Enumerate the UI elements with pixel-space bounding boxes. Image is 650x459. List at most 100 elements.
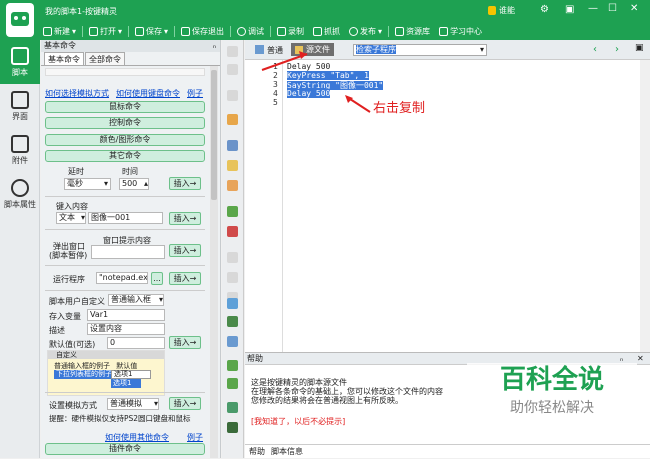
arrow-down-icon[interactable] <box>227 64 238 75</box>
undo-icon[interactable] <box>227 252 238 263</box>
delay-value-input[interactable]: 500 ▴ <box>119 178 149 190</box>
learn-button[interactable]: 学习中心 <box>436 26 485 37</box>
redo-icon[interactable] <box>227 272 238 283</box>
keyboard-value-input[interactable]: 图像一001 <box>88 212 163 224</box>
insert-sim-button[interactable]: 插入→ <box>169 397 201 410</box>
file-icon <box>11 134 29 153</box>
group-control-commands[interactable]: 控制命令 <box>45 117 205 129</box>
delay-label: 延时 <box>68 167 84 176</box>
sim-mode-select[interactable]: 普通模拟 ▾ <box>107 398 159 410</box>
help-pin-icon[interactable]: ₙ <box>620 354 623 363</box>
save-exit-icon <box>181 26 191 36</box>
grid-icon <box>11 90 29 109</box>
expand-icon[interactable]: ▣ <box>635 43 644 53</box>
sim-note: 提醒：硬件模拟仅支持PS2圆口键盘和鼠标 <box>49 414 191 423</box>
home-icon <box>395 26 405 36</box>
record-button[interactable]: 录制 <box>274 26 307 37</box>
time-label: 时间 <box>122 167 138 176</box>
tab-help[interactable]: 帮助 <box>249 445 265 459</box>
goto-icon[interactable] <box>227 298 238 309</box>
default-input[interactable]: 0 <box>107 337 165 349</box>
userdef-preview: 自定义 普通输入框的例子 默认值 下拉列表框的例子 选项1 选项1 <box>47 350 165 396</box>
save-button[interactable]: 保存 ▾ <box>132 26 171 37</box>
link-example-2[interactable]: 例子 <box>187 432 203 443</box>
binoculars-icon[interactable] <box>227 316 238 327</box>
left-nav: 脚本 界面 附件 脚本属性 <box>0 40 40 458</box>
userdef-type-select[interactable]: 普通输入框 ▾ <box>108 294 164 306</box>
command-panel: 基本命令 ₙ 基本命令 全部命令 如何选择模拟方式 如何使用键盘命令 例子 鼠标命… <box>41 40 221 458</box>
skin-icon[interactable]: ▣ <box>565 4 574 15</box>
group-color-commands[interactable]: 颜色/图形命令 <box>45 134 205 146</box>
settings-icon[interactable]: ⚙ <box>540 4 549 15</box>
find-replace-icon[interactable] <box>227 336 238 347</box>
link-keyboard-commands[interactable]: 如何使用键盘命令 <box>116 88 180 99</box>
insert-run-button[interactable]: 插入→ <box>169 272 201 285</box>
publish-button[interactable]: 发布 ▾ <box>346 26 385 37</box>
link-other-commands[interactable]: 如何使用其他命令 <box>105 432 169 443</box>
nav-item-properties[interactable]: 脚本属性 <box>0 172 40 216</box>
group-plugin-commands[interactable]: 插件命令 <box>45 443 205 455</box>
people-icon[interactable] <box>227 140 238 151</box>
close-button[interactable]: ✕ <box>630 3 638 14</box>
insert-popup-button[interactable]: 插入→ <box>169 244 201 257</box>
delay-unit-select[interactable]: 毫秒 ▾ <box>64 178 111 190</box>
capture-button[interactable]: 抓抓 <box>310 26 343 37</box>
tab-basic-commands[interactable]: 基本命令 <box>44 52 84 65</box>
tab-script-info[interactable]: 脚本信息 <box>271 445 303 459</box>
arrow-right-icon[interactable] <box>227 90 238 101</box>
command-icon-strip <box>222 40 244 458</box>
vip-badge[interactable]: 谁能 <box>488 5 515 16</box>
nav-forward-icon[interactable]: › <box>615 44 619 55</box>
dismiss-link[interactable]: [我知道了，以后不必提示] <box>251 416 345 427</box>
tab-all-commands[interactable]: 全部命令 <box>85 52 125 65</box>
browse-button[interactable]: ... <box>151 272 163 285</box>
eye-icon[interactable] <box>227 422 238 433</box>
link-example[interactable]: 例子 <box>187 88 203 99</box>
editor-scrollbar[interactable] <box>640 60 650 352</box>
comment-icon[interactable] <box>227 206 238 217</box>
book-icon <box>439 26 449 36</box>
arrow-up-icon[interactable] <box>227 46 238 57</box>
hand-icon[interactable] <box>227 114 238 125</box>
watermark-sub: 助你轻松解决 <box>510 400 594 416</box>
table-icon[interactable] <box>227 378 238 389</box>
popup-sub-label: (脚本暂停) <box>49 251 88 260</box>
desc-input[interactable]: 设置内容 <box>87 323 165 335</box>
var-input[interactable]: Var1 <box>87 309 165 321</box>
group-mouse-commands[interactable]: 鼠标命令 <box>45 101 205 113</box>
nav-item-script[interactable]: 脚本 <box>0 40 40 84</box>
folder-move-icon[interactable] <box>227 160 238 171</box>
code-editor: 普通 源文件 检索子程序 ▾ ‹ › ▣ 1 2 3 4 5 Delay 500 … <box>245 40 650 352</box>
copy-icon[interactable] <box>227 180 238 191</box>
insert-keyboard-button[interactable]: 插入→ <box>169 212 201 225</box>
nav-back-icon[interactable]: ‹ <box>593 44 597 55</box>
link-sim-mode[interactable]: 如何选择模拟方式 <box>45 88 109 99</box>
chevron-down-icon: ▾ <box>479 45 484 54</box>
help-close-icon[interactable]: ✕ <box>637 354 644 363</box>
text-icon[interactable] <box>227 226 238 237</box>
panel-scrollbar[interactable] <box>210 66 218 458</box>
minimize-button[interactable]: — <box>588 3 598 14</box>
run-path-input[interactable]: "notepad.exe" <box>96 272 148 284</box>
stepper-icon: ▴ <box>143 179 148 188</box>
nav-item-attachment[interactable]: 附件 <box>0 128 40 172</box>
popup-text-input[interactable] <box>91 245 165 259</box>
open-button[interactable]: 打开 ▾ <box>86 26 125 37</box>
pin-icon[interactable]: ₙ <box>213 40 216 52</box>
comment-block-icon[interactable] <box>227 360 238 371</box>
debug-button[interactable]: 调试 <box>234 26 267 37</box>
group-other-commands[interactable]: 其它命令 <box>45 150 205 162</box>
chevron-down-icon: ▾ <box>80 213 85 222</box>
desc-label: 描述 <box>49 326 65 335</box>
resource-button[interactable]: 资源库 <box>392 26 433 37</box>
image-icon[interactable] <box>227 402 238 413</box>
maximize-button[interactable]: ☐ <box>608 3 617 14</box>
new-button[interactable]: 新建 ▾ <box>40 26 79 37</box>
insert-userdef-button[interactable]: 插入→ <box>169 336 201 349</box>
save-exit-button[interactable]: 保存退出 <box>178 26 227 37</box>
toolbar: 新建 ▾ 打开 ▾ 保存 ▾ 保存退出 调试 录制 抓抓 发布 ▾ 资源库 学习中心 <box>0 22 650 40</box>
keyboard-type-select[interactable]: 文本 ▾ <box>56 212 86 224</box>
insert-delay-button[interactable]: 插入→ <box>169 177 201 190</box>
nav-item-ui[interactable]: 界面 <box>0 84 40 128</box>
folder-icon <box>89 26 99 36</box>
